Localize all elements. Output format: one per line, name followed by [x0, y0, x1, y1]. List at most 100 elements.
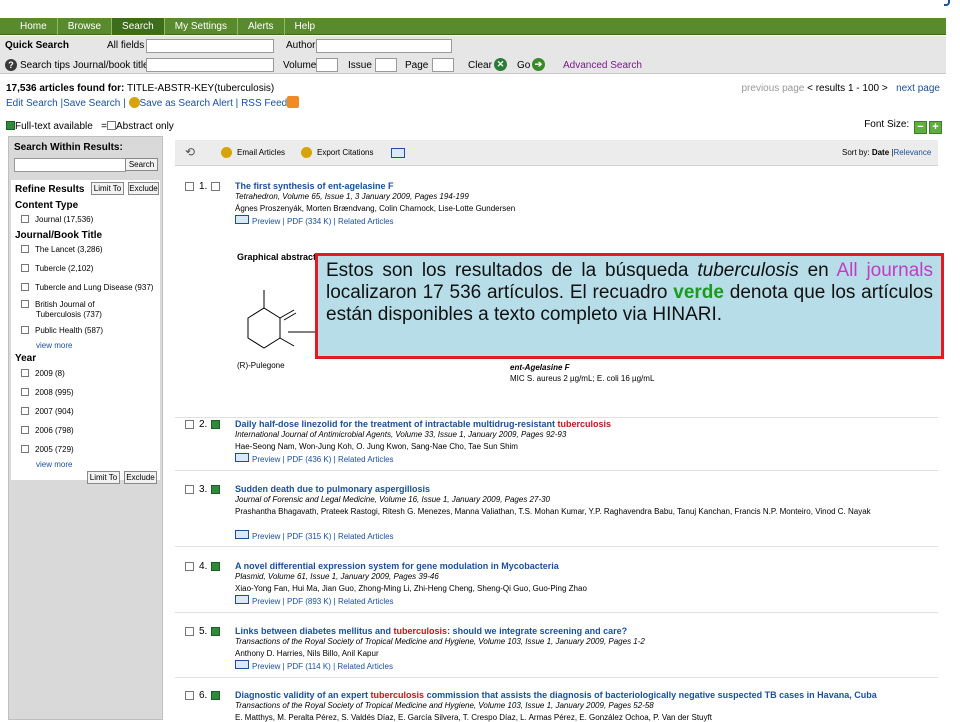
all-fields-input[interactable] — [146, 39, 274, 53]
results-range: < results 1 - 100 > — [807, 83, 888, 94]
exclude-button[interactable]: Exclude — [128, 182, 159, 195]
preview-icon[interactable] — [235, 215, 249, 224]
checkbox[interactable] — [21, 283, 29, 291]
tab-browse[interactable]: Browse — [58, 18, 113, 35]
result-title[interactable]: A novel differential expression system f… — [235, 561, 559, 571]
result-authors: Anthony D. Harries, Nils Billo, Anil Kap… — [235, 649, 379, 658]
result-title[interactable]: Daily half-dose linezolid for the treatm… — [235, 419, 611, 429]
result-links-text[interactable]: Preview | PDF (334 K) | Related Articles — [252, 217, 394, 226]
email-articles-link[interactable]: Email Articles — [237, 148, 285, 157]
go-label[interactable]: Go — [517, 60, 530, 71]
result-links-text[interactable]: Preview | PDF (893 K) | Related Articles — [252, 597, 394, 606]
result-checkbox[interactable] — [185, 562, 194, 571]
title-highlight: tuberculosis — [370, 690, 425, 700]
sort-relevance[interactable]: Relevance — [893, 148, 931, 157]
filter-journal[interactable]: Journal (17,536) — [21, 215, 93, 224]
checkbox[interactable] — [21, 215, 29, 223]
quick-search-panel: Quick Search All fields Author ? Search … — [0, 36, 946, 74]
rss-link[interactable]: RSS Feed — [241, 98, 287, 109]
result-checkbox[interactable] — [185, 691, 194, 700]
save-alert-link[interactable]: Save as Search Alert — [140, 98, 233, 109]
filter-2008[interactable]: 2008 (995) — [21, 388, 74, 397]
checkbox[interactable] — [21, 407, 29, 415]
checkbox[interactable] — [21, 245, 29, 253]
filter-lancet[interactable]: The Lancet (3,286) — [21, 245, 103, 254]
filter-2007[interactable]: 2007 (904) — [21, 407, 74, 416]
filter-2005[interactable]: 2005 (729) — [21, 445, 74, 454]
tab-help[interactable]: Help — [285, 18, 326, 35]
checkbox[interactable] — [21, 369, 29, 377]
tab-search[interactable]: Search — [112, 18, 165, 35]
search-tips-link[interactable]: Search tips — [20, 60, 70, 71]
author-input[interactable] — [316, 39, 452, 53]
go-arrow-icon[interactable]: ➔ — [532, 58, 545, 71]
result-checkbox[interactable] — [185, 420, 194, 429]
tab-alerts[interactable]: Alerts — [238, 18, 285, 35]
search-within-button[interactable]: Search — [125, 158, 158, 171]
checkbox[interactable] — [21, 264, 29, 272]
result-title[interactable]: Diagnostic validity of an expert tubercu… — [235, 690, 877, 700]
clear-icon[interactable]: ✕ — [494, 58, 507, 71]
clear-label[interactable]: Clear — [468, 60, 492, 71]
limit-to-button[interactable]: Limit To — [91, 182, 124, 195]
checkbox[interactable] — [21, 426, 29, 434]
help-icon[interactable]: ? — [5, 59, 17, 71]
result-checkbox[interactable] — [185, 182, 194, 191]
result-checkbox[interactable] — [185, 627, 194, 636]
previous-page-link[interactable]: previous page — [742, 83, 805, 94]
callout-verde: verde — [673, 282, 724, 303]
filter-label: Tubercle and Lung Disease (937) — [35, 283, 154, 292]
preview-icon[interactable] — [235, 453, 249, 462]
result-links: Preview | PDF (315 K) | Related Articles — [235, 530, 394, 541]
result-number: 2. — [199, 419, 208, 430]
ga-mic-label: MIC S. aureus 2 µg/mL; E. coli 16 µg/mL — [510, 374, 655, 383]
result-links-text[interactable]: Preview | PDF (436 K) | Related Articles — [252, 455, 394, 464]
tab-my-settings[interactable]: My Settings — [165, 18, 238, 35]
filter-tubercle[interactable]: Tubercle (2,102) — [21, 264, 93, 273]
preview-icon[interactable] — [235, 660, 249, 669]
issue-input[interactable] — [375, 58, 397, 72]
checkbox[interactable] — [21, 326, 29, 334]
result-links-text[interactable]: Preview | PDF (315 K) | Related Articles — [252, 532, 394, 541]
save-search-link[interactable]: Save Search — [63, 98, 120, 109]
filter-bjt[interactable]: British Journal of — [21, 300, 95, 309]
rss-icon[interactable] — [287, 96, 300, 108]
filter-public-health[interactable]: Public Health (587) — [21, 326, 103, 335]
search-within-input[interactable] — [14, 158, 126, 172]
pagination: previous page < results 1 - 100 > next p… — [742, 83, 941, 94]
result-title[interactable]: Links between diabetes mellitus and tube… — [235, 626, 627, 636]
sort-date[interactable]: Date — [872, 148, 889, 157]
checkbox[interactable] — [21, 300, 29, 308]
exclude-button-bottom[interactable]: Exclude — [124, 471, 157, 484]
email-icon[interactable] — [221, 147, 232, 158]
export-citations-link[interactable]: Export Citations — [317, 148, 373, 157]
filter-tubercle-lung[interactable]: Tubercle and Lung Disease (937) — [21, 283, 153, 292]
font-increase-icon[interactable]: + — [929, 121, 942, 134]
limit-to-button-bottom[interactable]: Limit To — [87, 471, 120, 484]
font-size-control: Font Size: − + — [864, 119, 942, 134]
result-checkbox[interactable] — [185, 485, 194, 494]
journal-title-input[interactable] — [146, 58, 274, 72]
result-title[interactable]: The first synthesis of ent-agelasine F — [235, 181, 394, 191]
filter-2006[interactable]: 2006 (798) — [21, 426, 74, 435]
export-icon[interactable] — [301, 147, 312, 158]
journal-view-more[interactable]: view more — [36, 341, 72, 350]
checkbox[interactable] — [21, 445, 29, 453]
preview-toggle-icon[interactable] — [391, 148, 405, 158]
tab-home[interactable]: Home — [10, 18, 58, 35]
page-input[interactable] — [432, 58, 454, 72]
advanced-search-link[interactable]: Advanced Search — [563, 60, 642, 71]
font-decrease-icon[interactable]: − — [914, 121, 927, 134]
year-view-more[interactable]: view more — [36, 460, 72, 469]
checkbox[interactable] — [21, 388, 29, 396]
volume-input[interactable] — [316, 58, 338, 72]
edit-search-link[interactable]: Edit Search — [6, 98, 58, 109]
next-page-link[interactable]: next page — [896, 83, 940, 94]
result-title[interactable]: Sudden death due to pulmonary aspergillo… — [235, 484, 430, 494]
filter-2009[interactable]: 2009 (8) — [21, 369, 65, 378]
preview-icon[interactable] — [235, 595, 249, 604]
preview-icon[interactable] — [235, 530, 249, 539]
refresh-icon[interactable]: ⟲ — [185, 145, 195, 159]
result-links-text[interactable]: Preview | PDF (114 K) | Related Articles — [252, 662, 393, 671]
